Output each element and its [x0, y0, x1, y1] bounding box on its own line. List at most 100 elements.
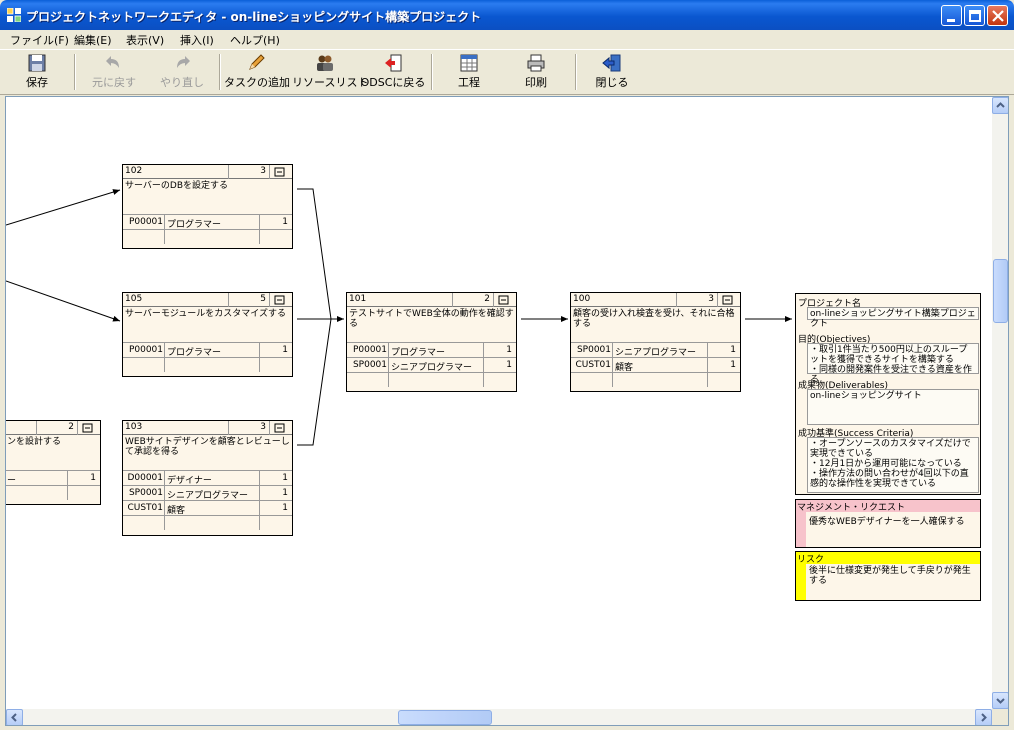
pencil-icon [249, 54, 265, 70]
objective-item: ・取引1件当たり500円以上のスループットを獲得できるサイトを構築する [810, 345, 968, 365]
task-id: 100 [573, 294, 591, 304]
menu-view[interactable]: 表示(V) [126, 32, 164, 48]
risk-text: 後半に仕様変更が発生して手戻りが発生する [809, 566, 971, 586]
task-duration: 3 [260, 422, 266, 432]
chevron-up-icon [996, 102, 1005, 108]
menu-file[interactable]: ファイル(F) [10, 32, 69, 48]
back-to-odsc-button[interactable]: ODSCに戻る [360, 53, 426, 93]
save-icon [28, 54, 46, 72]
resource-row: P00001 プログラマー 1 [123, 342, 292, 358]
chevron-right-icon [981, 713, 987, 722]
risk-label: リスク [796, 552, 980, 565]
criteria-item: ・12月1日から運用可能になっている [810, 459, 962, 469]
resource-row: ー1 [6, 470, 100, 486]
toolbar: 保存 元に戻す やり直し タスクの追加 リソースリスト ODSCに戻る 工程 印… [0, 49, 1014, 95]
add-task-button[interactable]: タスクの追加 [224, 53, 290, 93]
criteria-item: ・操作方法の問い合わせが4回以下の直感的な操作性を実現できている [810, 469, 969, 489]
minimize-button[interactable] [941, 5, 962, 26]
horizontal-scrollbar[interactable] [6, 709, 992, 725]
undo-button[interactable]: 元に戻す [88, 53, 140, 93]
task-name: サーバーのDBを設定する [125, 181, 229, 191]
close-icon [992, 10, 1004, 22]
horizontal-scroll-thumb[interactable] [398, 710, 492, 725]
task-duration: 3 [708, 294, 714, 304]
redo-icon [177, 56, 190, 68]
collapse-icon[interactable] [274, 167, 285, 177]
task-name: テストサイトでWEB全体の動作を確認する [349, 309, 514, 329]
collapse-icon[interactable] [274, 295, 285, 305]
collapse-icon[interactable] [274, 423, 285, 433]
project-info-panel[interactable]: プロジェクト名 on-lineショッピングサイト構築プロジェクト 目的(Obje… [795, 293, 981, 495]
task-101[interactable]: 101 2 テストサイトでWEB全体の動作を確認する P00001 プログラマー 1 … [346, 292, 517, 392]
menu-insert[interactable]: 挿入(I) [180, 32, 214, 48]
management-request-panel[interactable]: マネジメント・リクエスト 優秀なWEBデザイナーを一人確保する [795, 499, 981, 548]
save-button[interactable]: 保存 [20, 53, 54, 93]
menu-help[interactable]: ヘルプ(H) [230, 32, 280, 48]
collapse-icon[interactable] [498, 295, 509, 305]
resource-row: CUST01 顧客 1 [571, 357, 740, 373]
maximize-button[interactable] [964, 5, 985, 26]
task-duration: 2 [484, 294, 490, 304]
toolbar-separator [219, 54, 221, 90]
redo-button[interactable]: やり直し [156, 53, 208, 93]
menu-edit[interactable]: 編集(E) [74, 32, 112, 48]
task-design-partial[interactable]: 2 ンを設計する ー1 [6, 420, 101, 505]
network-editor-canvas[interactable]: 102 3 サーバーのDBを設定する P00001 プログラマー 1 105 5 サーバ… [5, 96, 1009, 726]
deliverables-field[interactable]: on-lineショッピングサイト [807, 389, 979, 425]
vertical-scroll-thumb[interactable] [993, 259, 1008, 323]
management-request-label: マネジメント・リクエスト [796, 500, 980, 513]
resource-list-button[interactable]: リソースリスト [292, 53, 368, 93]
close-button[interactable] [987, 5, 1008, 26]
window-title: プロジェクトネットワークエディタ - on-lineショッピングサイト構築プロジ… [26, 10, 482, 24]
success-criteria-field[interactable]: ・オープンソースのカスタマイズだけで実現できている ・12月1日から運用可能にな… [807, 437, 979, 493]
task-name: サーバーモジュールをカスタマイズする [125, 309, 287, 319]
toolbar-separator [431, 54, 433, 90]
toolbar-separator [575, 54, 577, 90]
close-window-button[interactable]: 閉じる [592, 53, 632, 93]
exit-door-icon [602, 54, 621, 72]
resource-row: D00001 デザイナー 1 [123, 470, 292, 486]
chevron-down-icon [996, 698, 1005, 704]
task-id: 105 [125, 294, 143, 304]
task-duration: 5 [260, 294, 266, 304]
resource-row: SP0001 シニアプログラマー 1 [123, 485, 292, 501]
toolbar-separator [74, 54, 76, 90]
process-button[interactable]: 工程 [449, 53, 489, 93]
task-102[interactable]: 102 3 サーバーのDBを設定する P00001 プログラマー 1 [122, 164, 293, 249]
task-105[interactable]: 105 5 サーバーモジュールをカスタマイズする P00001 プログラマー 1 [122, 292, 293, 377]
back-document-icon [385, 54, 402, 72]
task-name: ンを設計する [7, 437, 62, 447]
scroll-corner [992, 709, 1008, 725]
task-id: 101 [349, 294, 367, 304]
scroll-up-button[interactable] [992, 97, 1008, 114]
app-icon [7, 8, 21, 22]
objectives-field[interactable]: ・取引1件当たり500円以上のスループットを獲得できるサイトを構築する ・同様の… [807, 343, 979, 385]
scroll-down-button[interactable] [992, 692, 1008, 709]
task-id: 102 [125, 166, 143, 176]
resource-row: P00001 プログラマー 1 [123, 214, 292, 230]
print-button[interactable]: 印刷 [516, 53, 556, 93]
task-id: 103 [125, 422, 143, 432]
printer-icon [527, 54, 545, 72]
resource-row: CUST01 顧客 1 [123, 500, 292, 516]
undo-icon [106, 56, 119, 68]
task-100[interactable]: 100 3 顧客の受け入れ検査を受け、それに合格する SP0001 シニアプログラマ… [570, 292, 741, 392]
minimize-icon [947, 19, 955, 22]
maximize-icon [969, 10, 981, 22]
scroll-right-button[interactable] [975, 709, 992, 725]
task-duration: 3 [260, 166, 266, 176]
chevron-left-icon [11, 713, 17, 722]
management-request-text: 優秀なWEBデザイナーを一人確保する [809, 517, 965, 527]
collapse-icon[interactable] [82, 423, 93, 433]
scroll-left-button[interactable] [6, 709, 23, 725]
task-name: 顧客の受け入れ検査を受け、それに合格する [573, 309, 735, 329]
risk-panel[interactable]: リスク 後半に仕様変更が発生して手戻りが発生する [795, 551, 981, 601]
collapse-icon[interactable] [722, 295, 733, 305]
grid-chart-icon [460, 54, 478, 72]
title-bar: プロジェクトネットワークエディタ - on-lineショッピングサイト構築プロジ… [0, 0, 1014, 30]
people-icon [317, 55, 333, 71]
resource-row: SP0001 シニアプログラマー 1 [347, 357, 516, 373]
project-name-field[interactable]: on-lineショッピングサイト構築プロジェクト [807, 307, 979, 329]
vertical-scrollbar[interactable] [992, 97, 1008, 709]
criteria-item: ・オープンソースのカスタマイズだけで実現できている [810, 439, 971, 459]
